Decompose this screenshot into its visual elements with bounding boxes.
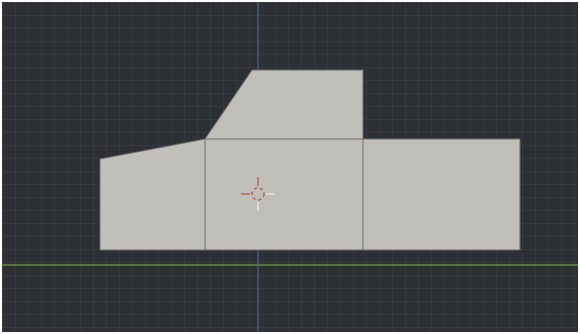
mesh-face-cabin-roof[interactable]: [204, 69, 364, 140]
mesh-object[interactable]: [99, 69, 521, 251]
mesh-face-cabin-lower[interactable]: [204, 138, 364, 251]
mesh-face-hood[interactable]: [99, 138, 206, 251]
3d-viewport[interactable]: [2, 2, 578, 332]
mesh-face-trunk[interactable]: [362, 138, 521, 251]
viewport-canvas[interactable]: [2, 2, 578, 332]
